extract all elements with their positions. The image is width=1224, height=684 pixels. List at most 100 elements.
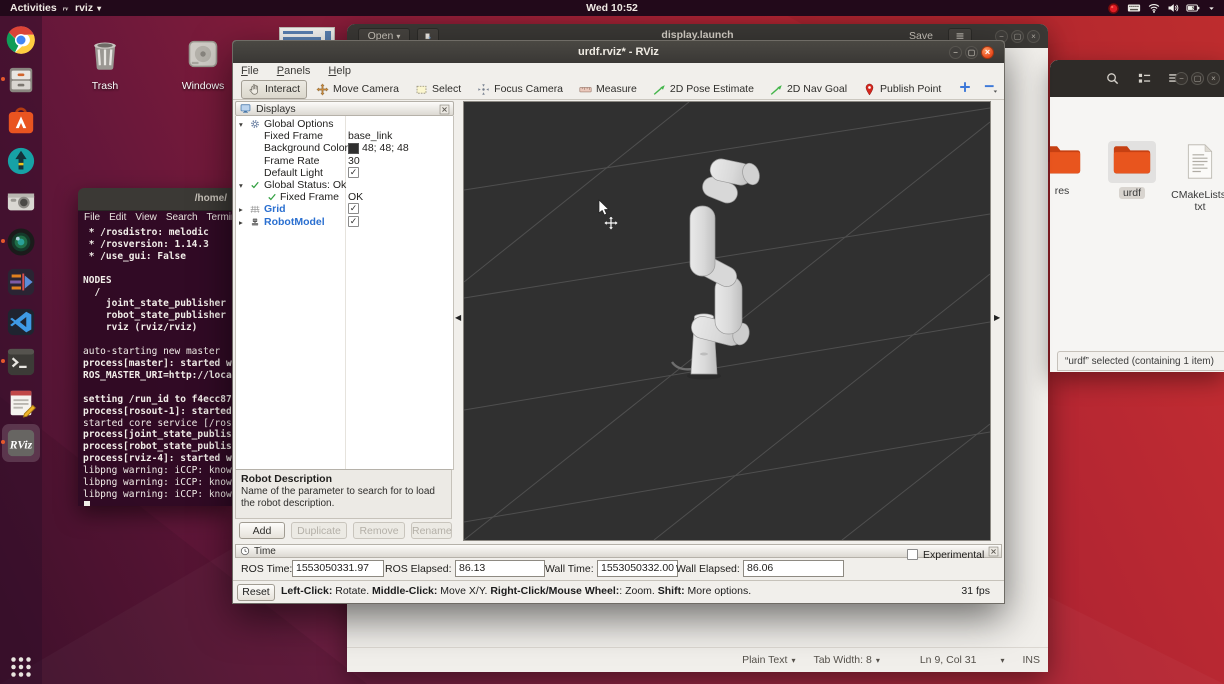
checkbox[interactable]: ✓ (348, 215, 359, 227)
time-field-input[interactable]: 1553050332.00 (597, 560, 678, 577)
dock-item-terminal[interactable] (1, 346, 37, 378)
collapse-right-icon[interactable]: ▶ (994, 313, 1000, 322)
tool-2d-pose-estimate[interactable]: 2D Pose Estimate (646, 80, 761, 99)
camera-icon (6, 186, 36, 216)
tree-row-background-color[interactable]: Background Color 48; 48; 48 (236, 142, 453, 154)
time-panel-header[interactable]: Time (235, 544, 1002, 558)
terminal-menu-search[interactable]: Search (166, 212, 198, 223)
dock-item-lens[interactable] (1, 226, 37, 258)
file-item-urdf[interactable]: urdf (1100, 141, 1164, 201)
expander-icon[interactable]: ▸ (239, 204, 243, 216)
add-button[interactable]: Add (239, 522, 285, 539)
dock-item-rviz[interactable]: RViz (1, 424, 40, 462)
displays-tree[interactable]: ▾ Global Options Fixed Frame base_link Backg… (235, 116, 454, 470)
close-icon[interactable] (439, 104, 450, 115)
panel-splitter-left[interactable]: ◀ (454, 101, 463, 541)
remove-button[interactable]: Remove (353, 522, 405, 539)
tool-select[interactable]: Select (408, 80, 468, 99)
desktop-icon-windows[interactable]: Windows (181, 36, 225, 92)
tool-move-camera[interactable]: Move Camera (309, 80, 406, 99)
dock-item-chrome[interactable] (5, 24, 37, 56)
minimize-button[interactable]: − (1175, 72, 1188, 85)
view-toggle-button[interactable] (1132, 67, 1156, 89)
expander-icon[interactable]: ▾ (239, 180, 243, 192)
tool-publish-point[interactable]: Publish Point (856, 80, 948, 99)
panel-splitter-right[interactable]: ▶ (991, 101, 1004, 541)
dock-item-files[interactable] (1, 64, 37, 96)
checkbox[interactable]: ✓ (348, 203, 359, 215)
rviz-menu-help[interactable]: Help (328, 65, 351, 77)
duplicate-button[interactable]: Duplicate (291, 522, 347, 539)
apps-grid-icon[interactable] (9, 655, 33, 679)
tree-row-grid[interactable]: ▸ Grid ✓ (236, 203, 453, 215)
check-icon (250, 180, 260, 190)
tree-row-value[interactable]: 30 (348, 155, 360, 167)
collapse-left-icon[interactable]: ◀ (455, 313, 461, 322)
terminal-menu-edit[interactable]: Edit (109, 212, 126, 223)
close-button[interactable]: × (1207, 72, 1220, 85)
system-tray[interactable] (1107, 1, 1216, 15)
maximize-button[interactable]: ▢ (1191, 72, 1204, 85)
language-selector[interactable]: Plain Text (742, 654, 795, 666)
terminal-menu-file[interactable]: File (84, 212, 100, 223)
files-window[interactable]: − ▢ × res urdf CMakeLists.txt (1050, 60, 1224, 372)
checkbox[interactable]: ✓ (348, 166, 359, 178)
file-item-cmakelists-txt[interactable]: CMakeLists.txt (1168, 141, 1224, 213)
tree-row-frame-rate[interactable]: Frame Rate 30 (236, 155, 453, 167)
tree-row-value[interactable]: 48; 48; 48 (362, 142, 409, 154)
rviz-menu-file[interactable]: File (241, 65, 259, 77)
close-button[interactable]: × (1027, 30, 1040, 43)
tree-row-default-light[interactable]: Default Light ✓ (236, 166, 453, 179)
tree-row-value[interactable]: base_link (348, 130, 392, 142)
3d-viewport[interactable] (463, 101, 991, 541)
maximize-button[interactable]: ▢ (1011, 30, 1024, 43)
app-menu[interactable]: rv rviz (60, 2, 101, 14)
time-field-input[interactable]: 1553050331.97 (292, 560, 384, 577)
dock-item-video-editor[interactable] (5, 266, 37, 298)
displays-panel-header[interactable]: Displays (235, 101, 454, 116)
dock-item-camera[interactable] (5, 185, 37, 217)
tree-row-fixed-frame[interactable]: Fixed Frame OK (236, 191, 453, 203)
tool-2d-nav-goal[interactable]: 2D Nav Goal (763, 80, 854, 99)
desktop-icon-trash[interactable]: Trash (83, 36, 127, 92)
time-field-input[interactable]: 86.13 (455, 560, 545, 577)
reset-button[interactable]: Reset (237, 584, 275, 601)
search-button[interactable] (1100, 67, 1124, 89)
tool-focus-camera[interactable]: Focus Camera (470, 80, 570, 99)
maximize-button[interactable]: ▢ (965, 46, 978, 59)
tree-row-fixed-frame[interactable]: Fixed Frame base_link (236, 130, 453, 142)
cursor-position[interactable]: Ln 9, Col 31 (920, 654, 977, 666)
hand-icon (248, 83, 261, 96)
goto-caret[interactable] (1000, 654, 1004, 666)
dock-item-updater[interactable] (5, 145, 37, 177)
dock-item-software[interactable] (5, 105, 37, 137)
clock[interactable]: Wed 10:52 (586, 2, 638, 14)
activities-button[interactable]: Activities (10, 2, 57, 14)
plus-tool-button[interactable] (958, 80, 972, 99)
tree-row-global-status-ok[interactable]: ▾ Global Status: Ok (236, 179, 453, 191)
tree-row-robotmodel[interactable]: ▸ RobotModel ✓ (236, 215, 453, 229)
tool-interact[interactable]: Interact (241, 79, 308, 99)
dock-item-vscode[interactable] (5, 306, 37, 338)
rviz-menu-panels[interactable]: Panels (277, 65, 311, 77)
tree-row-global-options[interactable]: ▾ Global Options (236, 118, 453, 130)
close-icon[interactable] (988, 546, 999, 557)
expander-icon[interactable]: ▸ (239, 217, 243, 229)
dock-item-notes[interactable] (5, 387, 37, 419)
minimize-button[interactable]: − (949, 46, 962, 59)
file-item-res[interactable]: res (1050, 141, 1094, 197)
rename-button[interactable]: Rename (411, 522, 452, 539)
terminal-window[interactable]: /home/ File Edit View Search Terminal * /ros… (78, 188, 232, 506)
tool-measure[interactable]: Measure (572, 80, 644, 99)
close-button[interactable]: × (981, 46, 994, 59)
rviz-window[interactable]: urdf.rviz* - RViz − ▢ × File Panels Help I… (232, 40, 1005, 604)
experimental-checkbox[interactable] (907, 549, 918, 560)
terminal-menu-view[interactable]: View (135, 212, 157, 223)
minus-caret-icon (982, 80, 1000, 94)
expander-icon[interactable]: ▾ (239, 119, 243, 131)
time-field-input[interactable]: 86.06 (743, 560, 844, 577)
minus-caret-tool-button[interactable] (982, 80, 1000, 99)
tree-row-value[interactable]: OK (348, 191, 363, 203)
tab-width-selector[interactable]: Tab Width: 8 (813, 654, 879, 666)
terminal-menu-terminal[interactable]: Terminal (207, 212, 232, 223)
